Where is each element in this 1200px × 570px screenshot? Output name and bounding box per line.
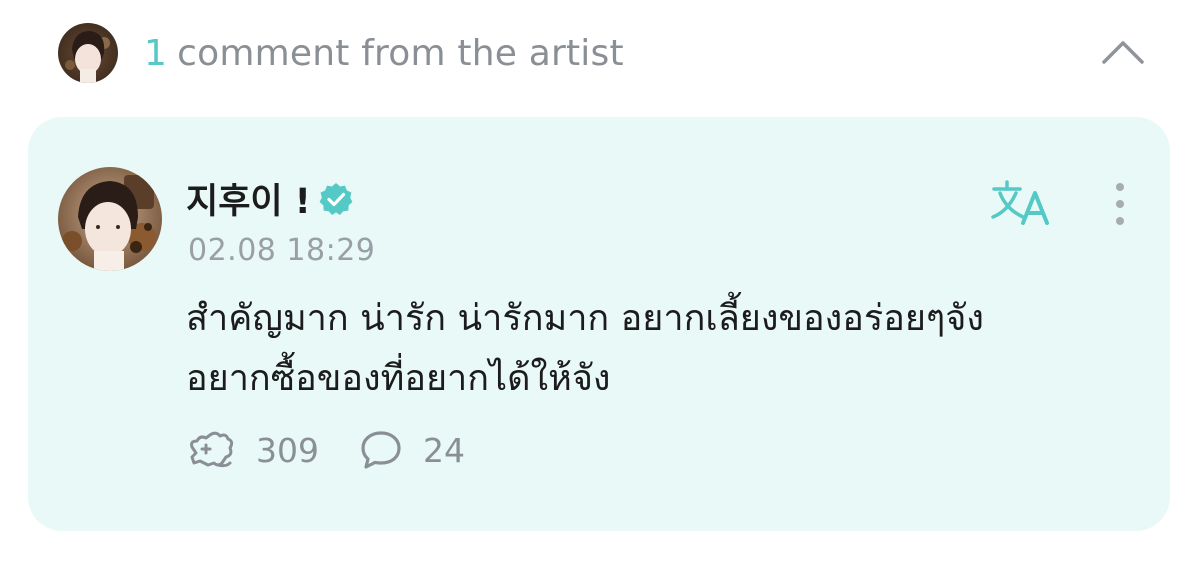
author-name[interactable]: 지후이 ! <box>186 173 311 224</box>
reply-button[interactable]: 24 <box>359 429 465 471</box>
comment-timestamp: 02.08 18:29 <box>188 233 376 268</box>
verified-badge-icon <box>319 182 353 215</box>
comment-text-line: อยากซื้อของที่อยากได้ให้จัง <box>186 358 611 399</box>
more-vertical-icon <box>1116 183 1124 191</box>
translate-button[interactable] <box>990 179 1054 229</box>
more-options-button[interactable] <box>1104 179 1136 229</box>
comment-text-line: สำคัญมาก น่ารัก น่ารักมาก อยากเลี้ยงของอ… <box>186 298 984 339</box>
artist-comments-title: 1 comment from the artist <box>144 33 624 74</box>
translate-icon <box>991 180 1049 225</box>
chevron-up-icon <box>1102 41 1144 64</box>
like-icon <box>190 431 234 468</box>
reply-bubble-icon <box>361 431 401 469</box>
artist-comments-header[interactable]: 1 comment from the artist <box>58 23 1148 83</box>
more-vertical-icon-dot <box>1116 217 1124 225</box>
more-vertical-icon-dot <box>1116 200 1124 208</box>
author-row: 지후이 ! <box>186 173 353 224</box>
reply-count: 24 <box>423 430 465 470</box>
artist-avatar-small[interactable] <box>58 23 118 83</box>
artist-comment-card: 지후이 ! 02.08 18:29 สำคัญมาก น่ารัก น่ารัก… <box>28 117 1170 531</box>
like-count: 309 <box>256 430 319 470</box>
comment-count: 1 <box>144 32 168 74</box>
comment-text: สำคัญมาก น่ารัก น่ารักมาก อยากเลี้ยงของอ… <box>186 289 1136 409</box>
like-button[interactable]: 309 <box>188 429 319 471</box>
comment-count-label: comment from the artist <box>177 32 624 74</box>
author-avatar[interactable] <box>58 167 162 271</box>
comment-actions: 309 24 <box>188 429 505 471</box>
collapse-button[interactable] <box>1098 30 1148 74</box>
artist-comments-section: 1 comment from the artist 지후이 ! 02.08 18… <box>0 0 1200 570</box>
